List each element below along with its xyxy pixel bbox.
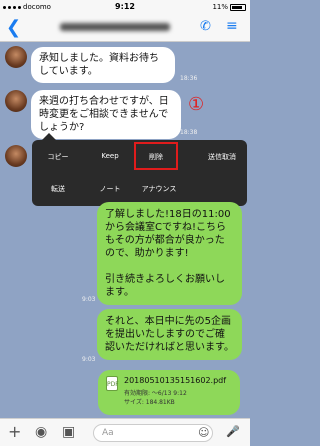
file-expiry: 有効期限: 〜6/13 9:12 bbox=[124, 390, 187, 397]
file-name: 20180510135151602.pdf bbox=[124, 376, 227, 385]
delete-highlight-box bbox=[134, 142, 178, 170]
pdf-file-icon: PDF bbox=[106, 376, 119, 391]
message-bubble-incoming[interactable]: 承知しました。資料お待ちしています。 bbox=[31, 47, 175, 83]
file-size: サイズ: 184.81KB bbox=[124, 399, 175, 406]
file-attachment[interactable]: PDF 20180510135151602.pdf 有効期限: 〜6/13 9:… bbox=[98, 370, 240, 415]
menu-item-copy[interactable]: コピー bbox=[36, 152, 80, 162]
message-bubble-incoming[interactable]: 来週の打ち合わせですが、日時変更をご相談できませんでしょうか? bbox=[31, 90, 181, 139]
phone-icon[interactable]: ✆ bbox=[200, 19, 211, 34]
emoji-icon[interactable]: ☺ bbox=[198, 426, 209, 439]
plus-icon[interactable]: + bbox=[8, 422, 21, 441]
message-timestamp: 9:03 bbox=[82, 296, 96, 303]
menu-item-unsend[interactable]: 送信取消 bbox=[200, 152, 244, 162]
message-bubble-outgoing[interactable]: 了解しました!18日の11:00から会議室Cですね!こちらもその方が都合が良かっ… bbox=[97, 202, 242, 305]
menu-item-keep[interactable]: Keep bbox=[88, 152, 132, 160]
image-icon[interactable]: ▣ bbox=[62, 424, 75, 440]
annotation-circled-one: ① bbox=[188, 94, 205, 115]
camera-icon[interactable]: ◉ bbox=[35, 424, 47, 440]
chat-header: ❮ ✆ ≡ bbox=[0, 14, 250, 42]
menu-icon[interactable]: ≡ bbox=[226, 18, 238, 34]
menu-item-note[interactable]: ノート bbox=[88, 184, 132, 194]
avatar[interactable] bbox=[5, 90, 27, 112]
menu-item-forward[interactable]: 転送 bbox=[36, 184, 80, 194]
message-input[interactable]: Aa bbox=[93, 424, 213, 442]
avatar[interactable] bbox=[5, 46, 27, 68]
message-bubble-outgoing[interactable]: それと、本日中に先の5企画を提出いたしますのでご確認いただければと思います。 bbox=[97, 309, 242, 360]
back-icon[interactable]: ❮ bbox=[6, 17, 21, 38]
chat-title-blurred bbox=[60, 23, 170, 31]
context-menu: コピー Keep 削除 送信取消 転送 ノート アナウンス bbox=[32, 133, 247, 206]
avatar[interactable] bbox=[5, 145, 27, 167]
message-timestamp: 18:38 bbox=[180, 129, 198, 136]
battery-percent: 11% bbox=[212, 3, 228, 11]
message-timestamp: 9:03 bbox=[82, 356, 96, 363]
battery-indicator: 11% bbox=[212, 3, 246, 11]
message-timestamp: 18:36 bbox=[180, 75, 198, 82]
message-input-bar: + ◉ ▣ Aa ☺ 🎤 bbox=[0, 418, 250, 446]
menu-item-announce[interactable]: アナウンス bbox=[134, 184, 184, 194]
microphone-icon[interactable]: 🎤 bbox=[226, 425, 240, 438]
battery-icon bbox=[230, 3, 246, 11]
status-bar: docomo 9:12 11% bbox=[0, 0, 250, 14]
